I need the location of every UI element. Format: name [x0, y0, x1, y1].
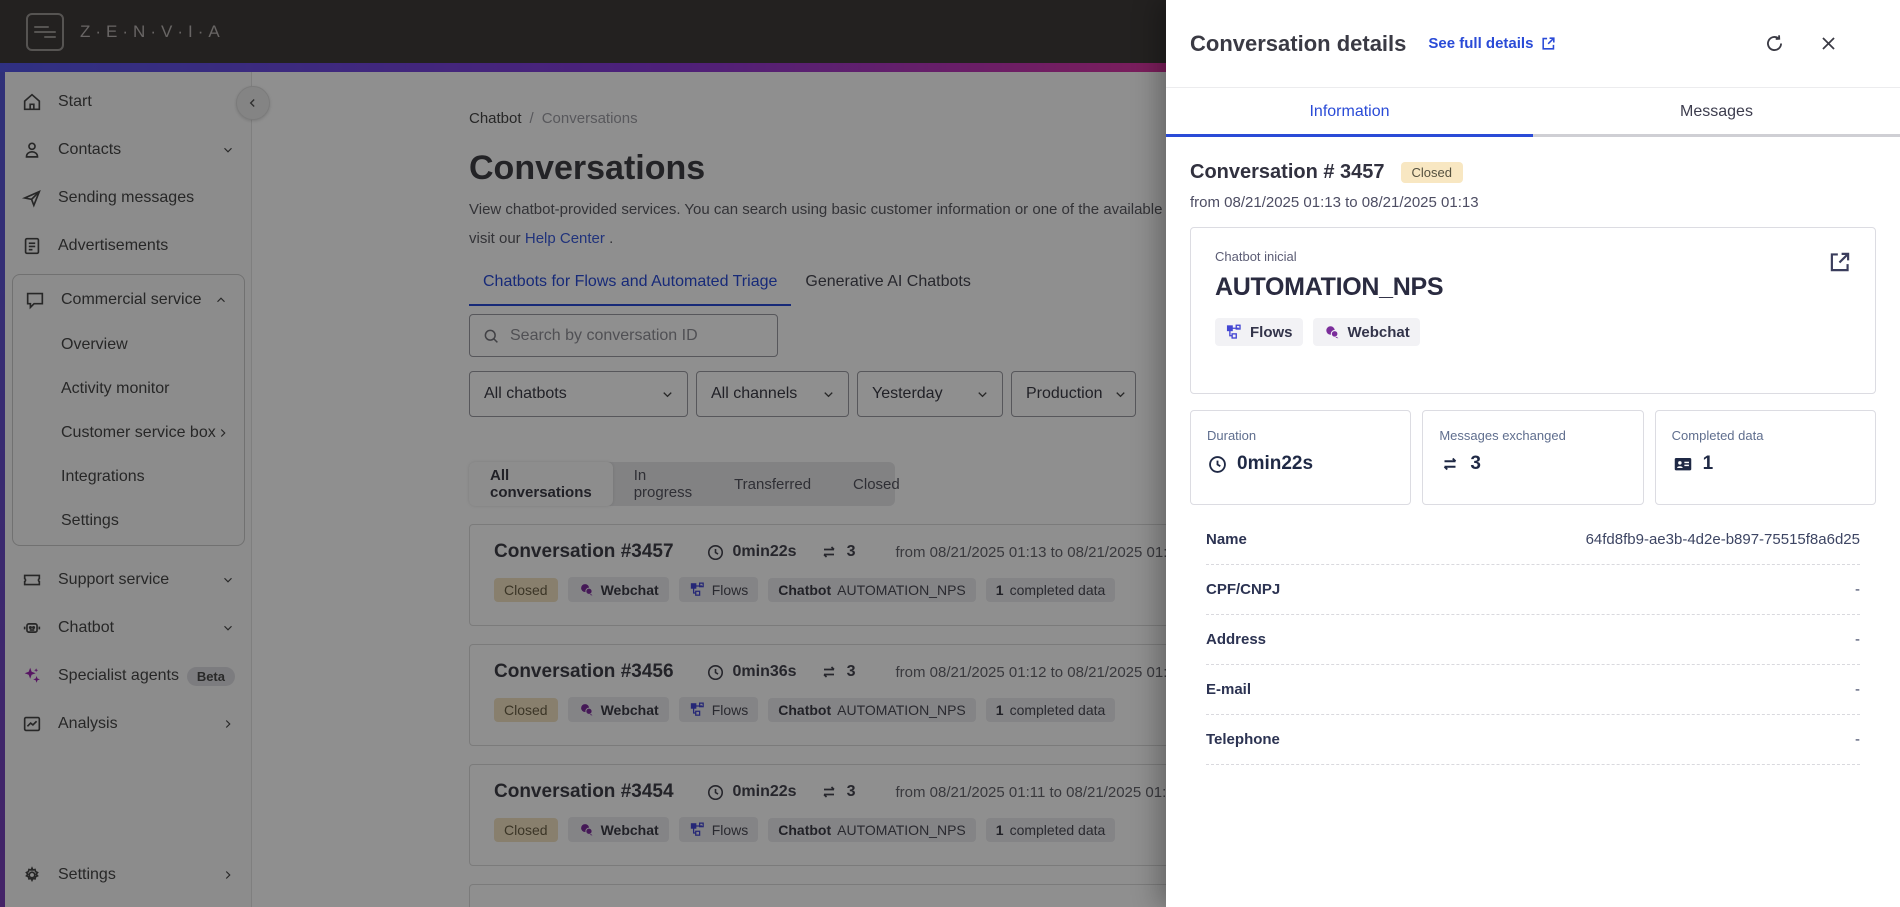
close-icon [1821, 37, 1835, 50]
conversation-details-drawer: Conversation details See full details In… [1166, 0, 1900, 907]
completed-data-stat-card: Completed data 1 [1654, 410, 1876, 505]
see-full-details-label: See full details [1428, 35, 1534, 52]
field-value: 64fd8fb9-ae3b-4d2e-b897-75515f8a6d25 [1585, 531, 1860, 548]
drawer-tabs: Information Messages [1166, 88, 1900, 137]
field-value: - [1855, 631, 1860, 648]
stat-value: 0min22s [1237, 453, 1314, 474]
tab-information[interactable]: Information [1166, 88, 1533, 137]
open-chatbot-button[interactable] [1827, 249, 1853, 275]
see-full-details-link[interactable]: See full details [1428, 35, 1557, 52]
webchat-tag: Webchat [1312, 318, 1420, 346]
webchat-icon [1323, 323, 1341, 341]
field-label: Telephone [1206, 731, 1280, 748]
stat-label: Completed data [1671, 428, 1764, 443]
field-label: Name [1206, 531, 1247, 548]
external-link-icon [1830, 252, 1850, 272]
chatbot-initial-card: Chatbot inicial AUTOMATION_NPS Flows Web… [1190, 227, 1876, 394]
messages-exchanged-stat-card: Messages exchanged 3 [1422, 410, 1644, 505]
field-row-email: E-mail - [1206, 665, 1860, 715]
field-row-telephone: Telephone - [1206, 715, 1860, 765]
clock-icon [1207, 454, 1228, 475]
field-label: Address [1206, 631, 1267, 648]
field-label: CPF/CNPJ [1206, 581, 1281, 598]
chatbot-card-label: Chatbot inicial [1215, 249, 1297, 264]
stat-value: 3 [1470, 453, 1481, 474]
stat-label: Messages exchanged [1439, 428, 1566, 443]
refresh-button[interactable] [1762, 32, 1786, 56]
field-value: - [1855, 581, 1860, 598]
stat-value: 1 [1702, 453, 1714, 474]
flows-tag: Flows [1215, 318, 1303, 346]
field-row-address: Address - [1206, 615, 1860, 665]
field-value: - [1855, 731, 1860, 748]
conversation-heading: Conversation # 3457 [1190, 161, 1385, 183]
field-row-name: Name 64fd8fb9-ae3b-4d2e-b897-75515f8a6d2… [1206, 515, 1860, 565]
chatbot-name: AUTOMATION_NPS [1215, 273, 1444, 301]
flows-icon [1225, 323, 1243, 341]
stats-row: Duration 0min22s Messages exchanged 3 Co… [1190, 410, 1876, 505]
external-link-icon [1540, 35, 1557, 52]
duration-stat-card: Duration 0min22s [1190, 410, 1412, 505]
refresh-icon [1766, 35, 1782, 51]
closed-status-badge: Closed [1400, 162, 1463, 183]
tab-messages[interactable]: Messages [1533, 88, 1900, 137]
close-button[interactable] [1816, 32, 1840, 56]
customer-fields: Name 64fd8fb9-ae3b-4d2e-b897-75515f8a6d2… [1190, 515, 1876, 765]
field-label: E-mail [1206, 681, 1252, 698]
drawer-header: Conversation details See full details [1166, 0, 1900, 88]
flows-tag-label: Flows [1250, 323, 1293, 341]
contact-card-icon [1672, 453, 1694, 475]
field-value: - [1855, 681, 1860, 698]
exchange-icon [1439, 453, 1461, 475]
conversation-period-range: from 08/21/2025 01:13 to 08/21/2025 01:1… [1190, 194, 1479, 211]
field-row-cpf-cnpj: CPF/CNPJ - [1206, 565, 1860, 615]
drawer-title: Conversation details [1190, 30, 1407, 56]
modal-overlay[interactable] [0, 0, 1166, 907]
webchat-tag-label: Webchat [1347, 323, 1410, 341]
stat-label: Duration [1207, 428, 1257, 443]
